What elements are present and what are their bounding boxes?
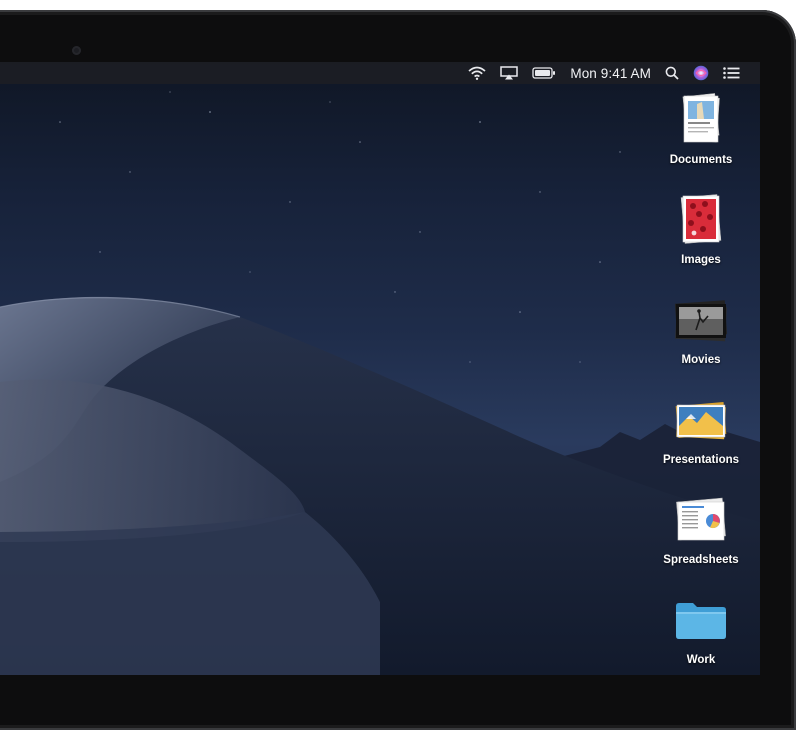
siri-icon[interactable] xyxy=(693,62,709,84)
menu-bar: Mon 9:41 AM xyxy=(0,62,760,84)
desktop-stack-presentations[interactable]: Presentations xyxy=(646,392,756,466)
desktop-folder-work[interactable]: Work xyxy=(646,592,756,666)
spotlight-search-icon[interactable] xyxy=(665,62,679,84)
desktop-stack-spreadsheets[interactable]: Spreadsheets xyxy=(646,492,756,566)
images-stack-icon xyxy=(672,192,730,250)
stack-label: Movies xyxy=(681,354,721,366)
desktop-screen: Mon 9:41 AM Documents Images Movies Pres… xyxy=(0,62,760,675)
notification-center-icon[interactable] xyxy=(723,62,740,84)
spreadsheets-stack-icon xyxy=(672,492,730,550)
presentations-stack-icon xyxy=(672,392,730,450)
stack-label: Images xyxy=(681,254,721,266)
desktop-stack-images[interactable]: Images xyxy=(646,192,756,266)
stack-label: Spreadsheets xyxy=(663,554,739,566)
battery-icon[interactable] xyxy=(532,62,556,84)
desktop-stack-movies[interactable]: Movies xyxy=(646,292,756,366)
stack-label: Work xyxy=(686,654,716,666)
airplay-icon[interactable] xyxy=(500,62,519,84)
documents-stack-icon xyxy=(672,92,730,150)
stack-label: Presentations xyxy=(662,454,740,466)
menu-bar-clock[interactable]: Mon 9:41 AM xyxy=(570,66,651,81)
movies-stack-icon xyxy=(672,292,730,350)
camera-icon xyxy=(72,46,81,55)
wifi-icon[interactable] xyxy=(468,62,486,84)
stack-label: Documents xyxy=(669,154,733,166)
folder-icon xyxy=(672,592,730,650)
desktop-stack-documents[interactable]: Documents xyxy=(646,92,756,166)
